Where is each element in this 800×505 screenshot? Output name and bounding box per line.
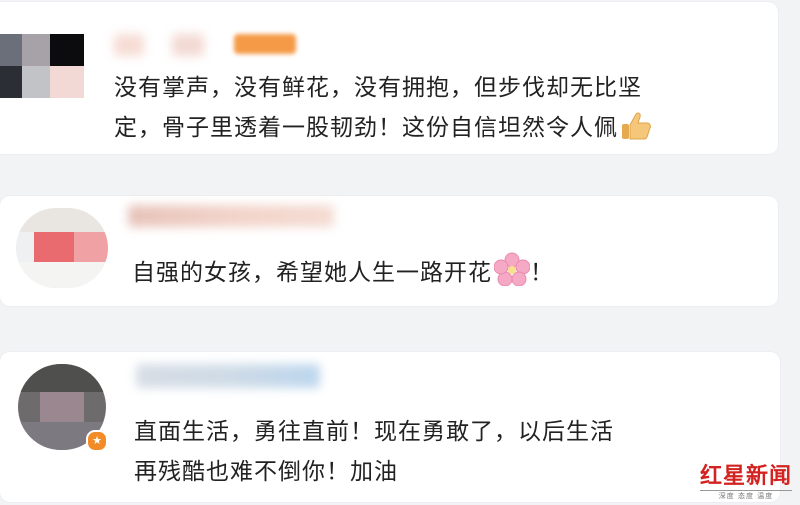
avatar[interactable] [16,208,108,288]
username-blurred[interactable] [114,34,144,56]
username-blurred[interactable] [172,34,204,56]
avatar[interactable] [0,34,84,98]
comment-line: 再残酷也难不倒你！加油 [134,459,398,485]
user-badge-blurred[interactable] [234,34,296,54]
comment-line: 定，骨子里透着一股韧劲！这份自信坦然令人佩 [114,115,618,141]
comment-text: 自强的女孩，希望她人生一路开花 ！ [132,252,554,299]
comment-text: 直面生活，勇往直前！现在勇敢了，以后生活 再残酷也难不倒你！加油 [134,412,614,492]
news-logo-watermark: 红星新闻 深度 态度 温度 [699,463,792,501]
watermark-slogan: 深度 态度 温度 [699,490,792,501]
comment-line: 直面生活，勇往直前！现在勇敢了，以后生活 [134,419,614,445]
username-blurred[interactable] [128,205,334,227]
cherry-blossom-icon [493,252,531,299]
verified-badge-icon: ★ [86,430,108,452]
comment-suffix: ！ [530,260,554,286]
comment-line: 自强的女孩，希望她人生一路开花 [132,260,492,286]
comment-line: 没有掌声，没有鲜花，没有拥抱，但步伐却无比坚 [114,75,642,101]
thumbs-up-icon [620,111,652,154]
username-blurred[interactable] [136,364,320,388]
comment-text: 没有掌声，没有鲜花，没有拥抱，但步伐却无比坚 定，骨子里透着一股韧劲！这份自信坦… [114,68,652,154]
watermark-brand: 红星新闻 [699,463,792,489]
